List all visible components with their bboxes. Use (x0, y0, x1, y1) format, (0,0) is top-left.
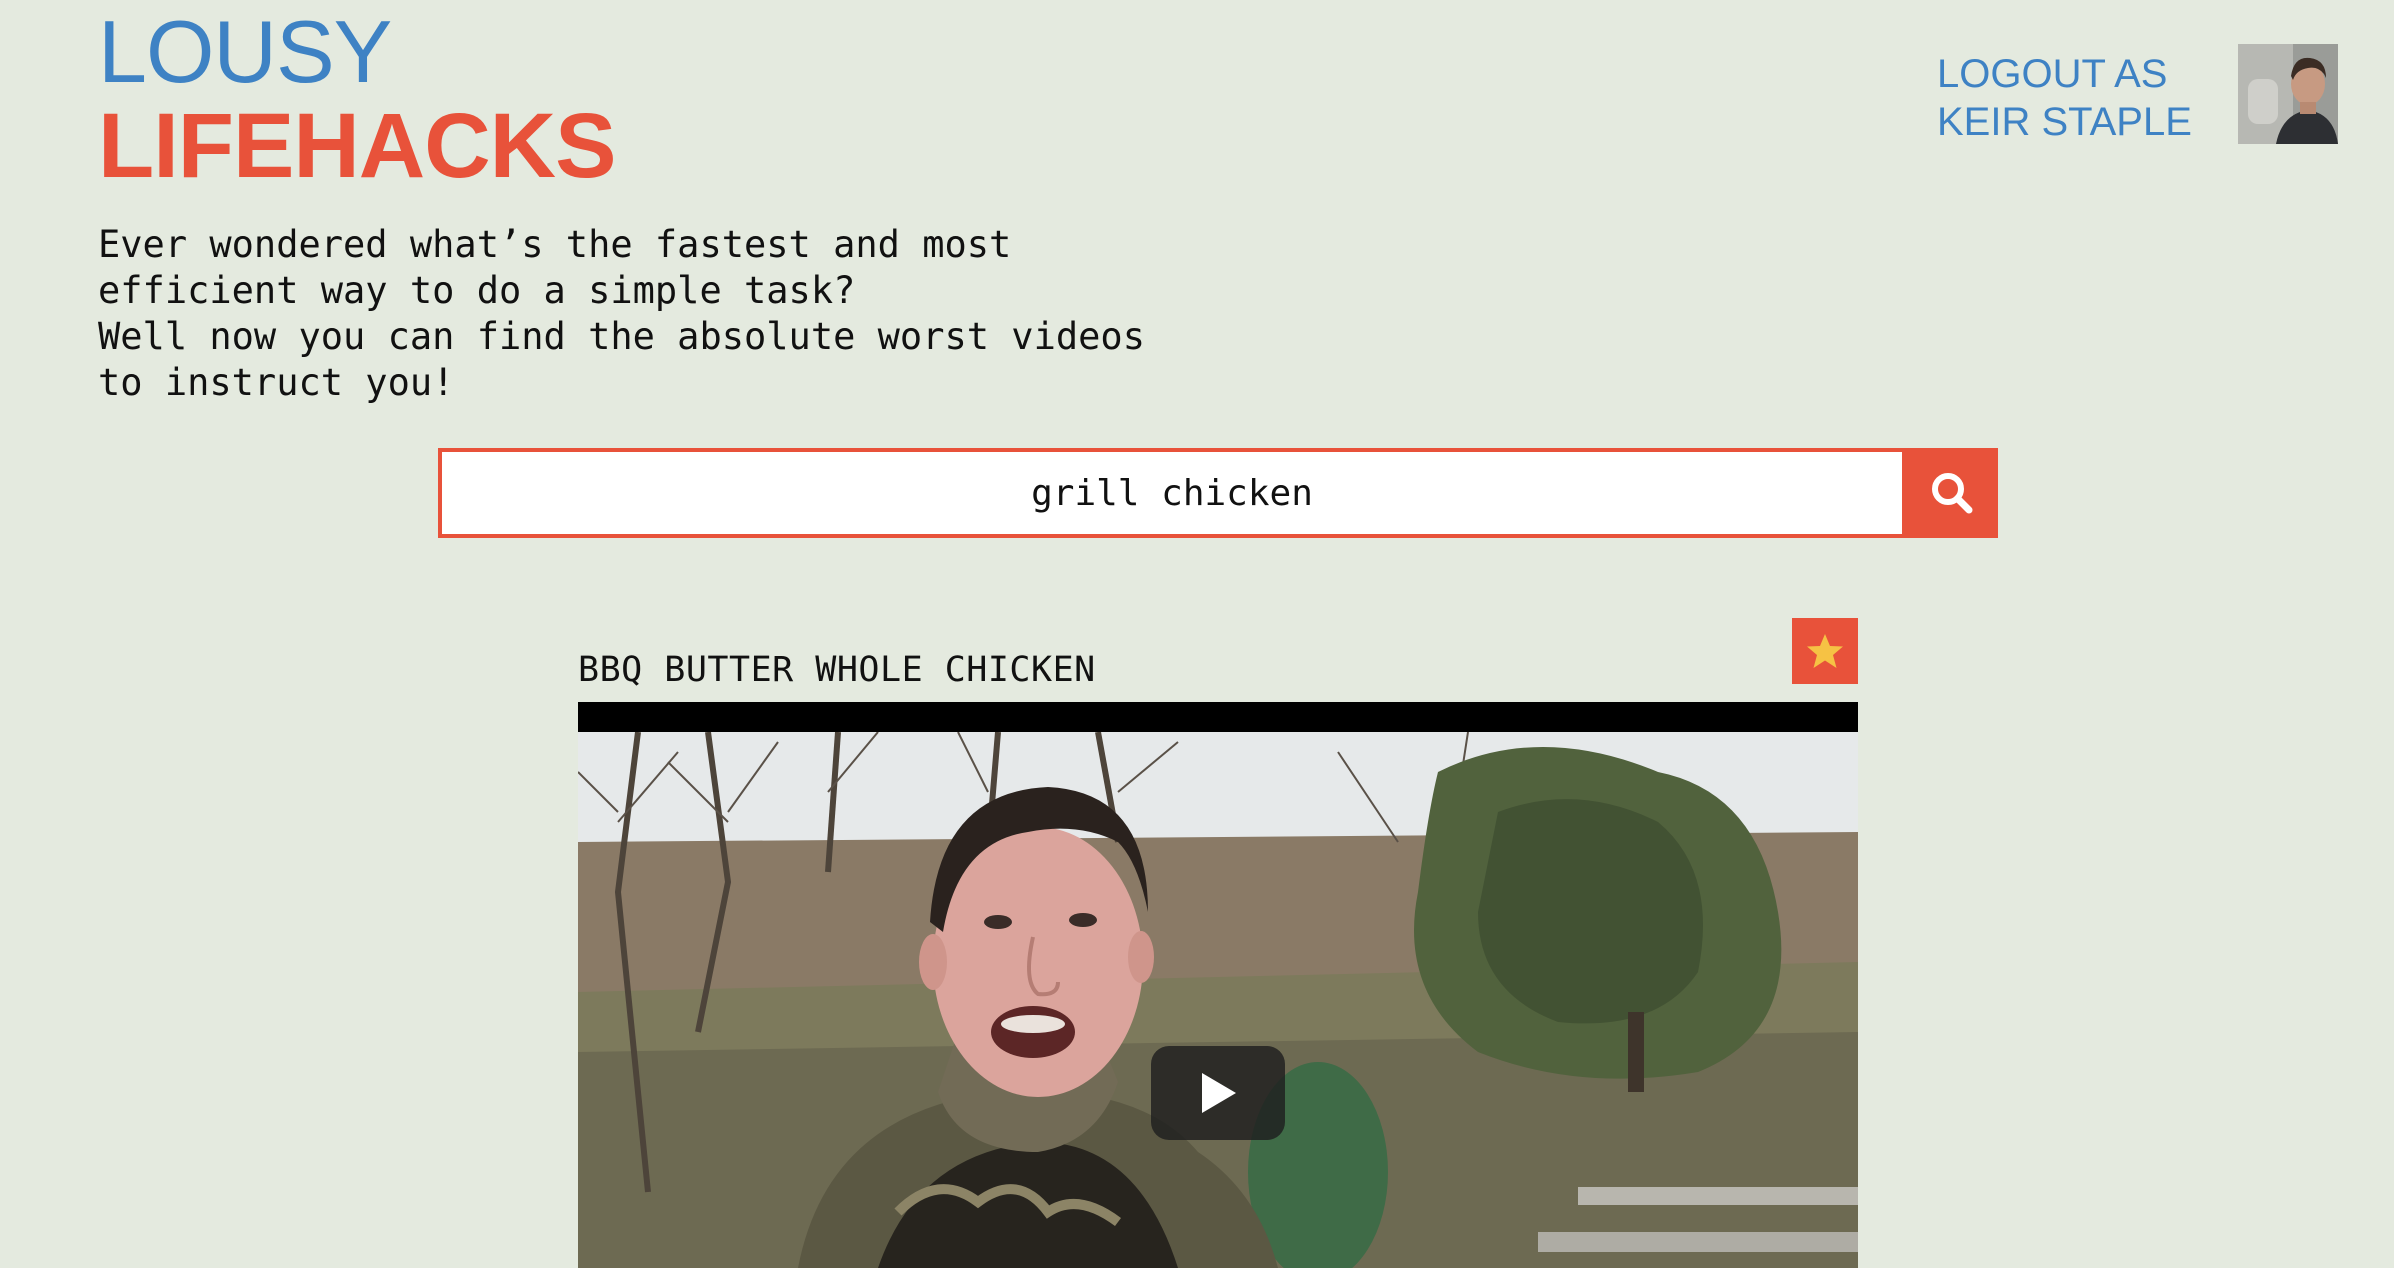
search-button[interactable] (1906, 448, 1998, 538)
logo-line-lousy: LOUSY (98, 2, 392, 101)
site-logo: LOUSY LIFEHACKS (98, 2, 616, 197)
video-title: BBQ BUTTER WHOLE CHICKEN (578, 650, 1096, 690)
user-avatar[interactable] (2238, 44, 2338, 144)
search-icon (1932, 473, 1973, 514)
logo-line-lifehacks: LIFEHACKS (98, 95, 616, 197)
search-bar (438, 448, 1998, 538)
star-icon (1807, 634, 1843, 668)
avatar-photo (2238, 44, 2338, 144)
video-top-bar (578, 702, 1858, 732)
favorite-button[interactable] (1792, 618, 1858, 684)
logout-link[interactable]: LOGOUT AS KEIR STAPLE (1937, 50, 2227, 146)
tagline: Ever wondered what’s the fastest and mos… (98, 223, 1145, 404)
video-player[interactable] (578, 702, 1858, 1268)
video-thumbnail (578, 732, 1858, 1268)
play-button[interactable] (1151, 1046, 1285, 1140)
play-icon (1202, 1073, 1236, 1113)
search-input[interactable] (438, 448, 1906, 538)
